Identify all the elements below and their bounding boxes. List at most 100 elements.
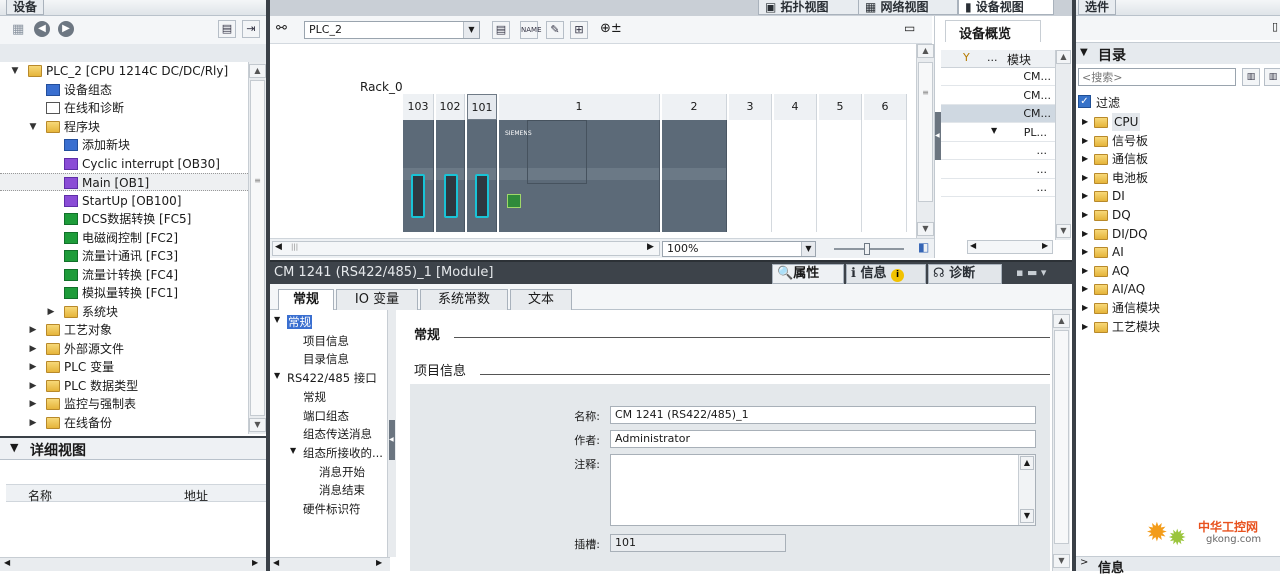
properties-vscroll[interactable]: ▲ ▼	[1052, 310, 1070, 571]
overview-title[interactable]: 设备概览	[945, 20, 1041, 42]
slot-header[interactable]: 101	[467, 94, 497, 120]
scroll-down-icon[interactable]: ▼	[1020, 509, 1034, 523]
zoom-slider-handle[interactable]	[864, 243, 870, 255]
rack-module[interactable]	[467, 120, 497, 232]
tree-item[interactable]: 流量计转换 [FC4]	[0, 266, 248, 284]
device-tool-icon[interactable]: ⚯	[276, 21, 287, 36]
nav-item[interactable]: ▼ 组态所接收的...	[290, 445, 383, 461]
tab-general[interactable]: 常规	[278, 289, 334, 310]
zoom-slider[interactable]	[834, 243, 904, 255]
scroll-right-icon[interactable]: ▶	[1042, 241, 1048, 250]
expand-right-icon[interactable]: ▶	[1082, 243, 1088, 261]
nav-item[interactable]: 端口组态	[303, 408, 349, 424]
expand-right-icon[interactable]: ▶	[28, 395, 38, 413]
table-icon[interactable]: ⊞	[570, 21, 588, 39]
scroll-left-icon[interactable]: ◀	[970, 241, 976, 250]
tree-item[interactable]: StartUp [OB100]	[0, 192, 248, 210]
nav-item[interactable]: ▼ RS422/485 接口	[274, 370, 377, 386]
expand-right-icon[interactable]: ▶	[1082, 318, 1088, 336]
tab-device-view[interactable]: ▮ 设备视图	[958, 0, 1054, 15]
scroll-right-icon[interactable]: ▶	[252, 558, 258, 567]
scroll-thumb[interactable]	[1054, 330, 1069, 544]
back-icon[interactable]: ◀	[34, 21, 50, 37]
tree-item[interactable]: 设备组态	[0, 81, 248, 99]
tree-item[interactable]: DCS数据转换 [FC5]	[0, 210, 248, 228]
device-hscroll[interactable]: ◀ ||| ▶	[272, 241, 660, 256]
chevron-right-icon[interactable]: >	[1080, 557, 1088, 568]
expand-right-icon[interactable]: ▶	[28, 358, 38, 376]
slot-header[interactable]: 3	[729, 94, 772, 120]
nav-item[interactable]: ▼ 常规	[274, 314, 312, 330]
overview-row[interactable]: ...	[941, 179, 1055, 197]
fit-icon[interactable]: ◧	[918, 240, 929, 254]
right-divider[interactable]	[1072, 0, 1076, 571]
expand-right-icon[interactable]: ▶	[1082, 169, 1088, 187]
view-list-icon[interactable]: ▤	[218, 20, 236, 38]
expand-right-icon[interactable]: ▶	[1082, 280, 1088, 298]
scroll-down-icon[interactable]: ▼	[1056, 224, 1071, 238]
scroll-up-icon[interactable]: ▲	[1056, 50, 1071, 64]
catalog-search-input[interactable]	[1078, 68, 1236, 86]
nav-item[interactable]: 项目信息	[303, 333, 349, 349]
expand-right-icon[interactable]: ▶	[1082, 206, 1088, 224]
tree-item[interactable]: ▶ 系统块	[0, 303, 248, 321]
expand-right-icon[interactable]: ▶	[1082, 225, 1088, 243]
overview-hscroll[interactable]: ◀ ▶	[967, 240, 1053, 254]
detail-hscroll[interactable]: ◀ ▶	[0, 557, 266, 571]
expand-down-icon[interactable]: ▼	[28, 118, 38, 136]
tab-properties[interactable]: 🔍属性	[772, 264, 844, 284]
empty-slot[interactable]	[864, 120, 907, 232]
name-field[interactable]: CM 1241 (RS422/485)_1	[610, 406, 1036, 424]
forward-icon[interactable]: ▶	[58, 21, 74, 37]
expand-right-icon[interactable]: ▶	[28, 414, 38, 432]
search-icon[interactable]: ▥	[1242, 68, 1260, 86]
nav-item[interactable]: 组态传送消息	[303, 426, 372, 442]
rack-module[interactable]	[436, 120, 465, 232]
expand-right-icon[interactable]: ▶	[1082, 132, 1088, 150]
slot-header[interactable]: 4	[774, 94, 817, 120]
empty-slot[interactable]	[819, 120, 862, 232]
panel-controls-icon[interactable]: ▪ ▬ ▾	[1016, 266, 1046, 279]
tab-texts[interactable]: 文本	[510, 289, 572, 310]
tab-io-tags[interactable]: IO 变量	[336, 289, 418, 310]
tab-topology-view[interactable]: ▣ 拓扑视图	[758, 0, 866, 15]
tree-item[interactable]: ▶ PLC 变量	[0, 358, 248, 376]
expand-right-icon[interactable]: ▶	[1082, 150, 1088, 168]
window-icon[interactable]: ▭	[904, 21, 915, 35]
scroll-down-icon[interactable]: ▼	[249, 418, 266, 432]
expand-down-icon[interactable]: ▼	[991, 126, 997, 135]
name-icon[interactable]: NAME	[520, 21, 542, 39]
device-vscroll[interactable]: ▲ ≡ ▼	[916, 44, 934, 238]
slot-header[interactable]: 2	[662, 94, 727, 120]
scroll-left-icon[interactable]: ◀	[273, 558, 279, 567]
nav-hscroll[interactable]: ◀ ▶	[270, 557, 390, 571]
grid-icon[interactable]: ▤	[492, 21, 510, 39]
right-panel-icon[interactable]: ▯	[1272, 20, 1278, 33]
chevron-down-icon[interactable]: ▼	[801, 242, 815, 256]
search-options-icon[interactable]: ▥	[1264, 68, 1280, 86]
tree-item[interactable]: 在线和诊断	[0, 99, 248, 117]
tree-item[interactable]: ▶ 工艺对象	[0, 321, 248, 339]
catalog-header[interactable]: ▼ 目录	[1076, 42, 1280, 64]
tree-item[interactable]: Main [OB1]	[0, 173, 248, 191]
detail-column-address[interactable]: 地址	[184, 487, 208, 504]
comment-field[interactable]	[610, 454, 1036, 526]
overview-row[interactable]: CM...	[941, 87, 1055, 105]
slot-header[interactable]: 5	[819, 94, 862, 120]
chevron-down-icon[interactable]: ▼	[10, 441, 18, 454]
new-icon[interactable]: ▦	[12, 22, 24, 37]
scroll-up-icon[interactable]: ▲	[917, 44, 934, 58]
scroll-thumb[interactable]: |||	[291, 243, 311, 254]
tree-item[interactable]: 流量计通讯 [FC3]	[0, 247, 248, 265]
expand-right-icon[interactable]: ▶	[28, 377, 38, 395]
overview-row[interactable]: ...	[941, 161, 1055, 179]
info-header[interactable]: > 信息	[1076, 556, 1280, 576]
tree-item[interactable]: ▶ 外部源文件	[0, 340, 248, 358]
scroll-thumb[interactable]: ≡	[918, 62, 933, 202]
expand-down-icon[interactable]: ▼	[10, 62, 20, 80]
filter-icon[interactable]: Y	[963, 51, 970, 64]
expand-right-icon[interactable]: ▶	[1082, 262, 1088, 280]
filter-checkbox[interactable]: ✓	[1078, 95, 1091, 108]
expand-right-icon[interactable]: ▶	[28, 321, 38, 339]
rack-module[interactable]	[403, 120, 434, 232]
